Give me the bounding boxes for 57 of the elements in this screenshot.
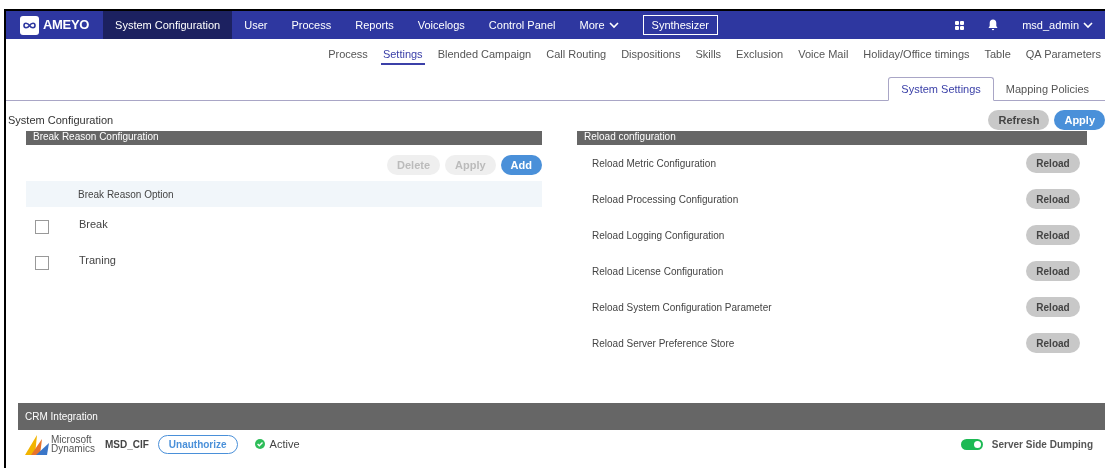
reload-label: Reload Metric Configuration xyxy=(592,156,717,171)
reload-button[interactable]: Reload xyxy=(1026,297,1080,317)
sub-tab[interactable]: Blended Campaign xyxy=(435,43,534,65)
checkbox[interactable] xyxy=(35,220,49,234)
page-title: System Configuration xyxy=(8,112,115,128)
nav-item[interactable]: Voicelogs xyxy=(405,11,477,39)
sub-tab[interactable]: Table xyxy=(982,43,1013,65)
nav-item[interactable]: Reports xyxy=(343,11,406,39)
panel-title: Break Reason Configuration xyxy=(33,131,159,142)
panel-title: CRM Integration xyxy=(25,410,98,424)
reload-button[interactable]: Reload xyxy=(1026,261,1080,281)
nav-item[interactable]: System Configuration xyxy=(103,11,233,39)
reload-button[interactable]: Reload xyxy=(1026,333,1080,353)
infinity-logo-icon xyxy=(20,15,39,35)
reload-label: Reload Logging Configuration xyxy=(592,228,726,243)
sub-tab[interactable]: Exclusion xyxy=(734,43,786,65)
sub-tab[interactable]: Dispositions xyxy=(619,43,683,65)
caret-icon xyxy=(1083,21,1093,29)
sub-tab[interactable]: Holiday/Office timings xyxy=(861,43,972,65)
grid-icon[interactable] xyxy=(955,20,965,30)
chart-logo-icon xyxy=(25,433,49,455)
nav-item[interactable]: Process xyxy=(279,11,344,39)
sub-tab[interactable]: Call Routing xyxy=(544,43,609,65)
column-header: Break Reason Option xyxy=(78,187,174,202)
page-tab[interactable]: System Settings xyxy=(888,77,994,101)
sub-tab[interactable]: QA Parameters xyxy=(1023,43,1103,65)
page-tab[interactable]: Mapping Policies xyxy=(993,77,1101,101)
reload-label: Reload Processing Configuration xyxy=(592,192,740,207)
user-menu[interactable]: msd_admin xyxy=(1022,16,1093,34)
reload-label: Reload Server Preference Store xyxy=(592,336,736,351)
refresh-button[interactable]: Refresh xyxy=(988,110,1050,130)
caret-icon xyxy=(608,21,619,29)
table-cell-text: Break xyxy=(79,217,108,232)
reload-button[interactable]: Reload xyxy=(1026,189,1080,209)
nav-item[interactable]: Control Panel xyxy=(476,11,568,39)
toggle-switch[interactable] xyxy=(960,438,983,450)
reload-button[interactable]: Reload xyxy=(1026,225,1080,245)
nav-item[interactable]: User xyxy=(232,11,280,39)
bell-icon[interactable] xyxy=(988,19,999,31)
logo-text: Microsoft xyxy=(51,435,92,444)
sub-tab[interactable]: Voice Mail xyxy=(796,43,851,65)
status-text: Active xyxy=(269,436,300,452)
integration-name: MSD_CIF xyxy=(104,437,149,452)
reload-label: Reload License Configuration xyxy=(592,264,725,279)
brand-name: AMEYO xyxy=(43,16,90,35)
reload-button[interactable]: Reload xyxy=(1026,153,1080,173)
checkbox[interactable] xyxy=(35,256,49,270)
logo-text: Dynamics xyxy=(51,444,95,453)
sub-tab[interactable]: Skills xyxy=(693,43,724,65)
reload-label: Reload System Configuration Parameter xyxy=(592,300,773,315)
panel-title: Reload configuration xyxy=(584,131,676,142)
sub-tab[interactable]: Process xyxy=(326,43,370,65)
toggle-label: Server Side Dumping xyxy=(991,437,1093,452)
sub-tab[interactable]: Settings xyxy=(380,43,425,65)
nav-button[interactable]: Synthesizer xyxy=(642,15,719,35)
nav-menu[interactable]: More xyxy=(567,11,631,39)
table-cell-text: Traning xyxy=(79,253,116,268)
